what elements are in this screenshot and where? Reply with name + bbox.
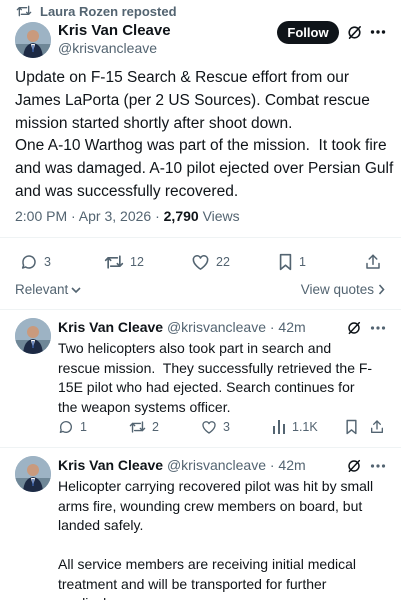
sort-relevant-dropdown[interactable]: Relevant: [15, 282, 81, 297]
reply-header: Kris Van Cleave @krisvancleave · 42m: [58, 319, 306, 335]
repost-button[interactable]: 2: [129, 419, 159, 435]
repost-count: 2: [152, 420, 159, 434]
like-count: 22: [216, 255, 230, 269]
repost-indicator[interactable]: Laura Rozen reposted: [16, 3, 177, 19]
more-icon[interactable]: [370, 324, 386, 332]
repost-button[interactable]: 12: [104, 253, 144, 271]
avatar[interactable]: [15, 22, 51, 58]
share-icon[interactable]: [369, 419, 385, 435]
like-button[interactable]: 22: [191, 253, 230, 271]
bookmark-icon: [278, 253, 293, 271]
bookmark-button[interactable]: 1: [278, 253, 306, 271]
more-icon[interactable]: [370, 28, 386, 36]
reply-count: 1: [80, 420, 87, 434]
reply-button[interactable]: 3: [20, 253, 51, 271]
reply-icon: [20, 253, 38, 271]
reply-author-handle[interactable]: @krisvancleave: [167, 319, 266, 335]
repost-icon: [104, 253, 124, 271]
bookmark-count: 1: [299, 255, 306, 269]
post-meta: 2:00 PM · Apr 3, 2026 · 2,790 Views: [15, 208, 240, 224]
avatar[interactable]: [15, 318, 51, 354]
reply-header: Kris Van Cleave @krisvancleave · 42m: [58, 457, 306, 473]
heart-icon: [191, 253, 210, 271]
chevron-down-icon: [71, 286, 81, 294]
post-timestamp[interactable]: 2:00 PM · Apr 3, 2026 ·: [15, 208, 164, 224]
reply-text: Helicopter carrying recovered pilot was …: [58, 478, 374, 600]
grok-icon[interactable]: [346, 458, 362, 474]
views-icon: [272, 419, 286, 434]
views-count: 2,790: [163, 208, 199, 224]
reply-author-handle[interactable]: @krisvancleave: [167, 457, 266, 473]
heart-icon: [201, 419, 217, 435]
reply-icon: [58, 419, 74, 435]
reply-count: 3: [44, 255, 51, 269]
post-text: Update on F-15 Search & Rescue effort fr…: [15, 69, 394, 200]
reply-author-name[interactable]: Kris Van Cleave: [58, 319, 163, 335]
follow-button[interactable]: Follow: [277, 21, 339, 44]
repost-label: Laura Rozen reposted: [40, 3, 177, 19]
bookmark-icon[interactable]: [345, 419, 358, 435]
divider: [0, 447, 401, 448]
repost-count: 12: [130, 255, 144, 269]
relevant-label: Relevant: [15, 282, 69, 297]
reply-button[interactable]: 1: [58, 419, 87, 435]
chevron-right-icon: [378, 284, 385, 295]
grok-icon[interactable]: [346, 24, 363, 41]
repost-icon: [129, 419, 146, 435]
grok-icon[interactable]: [346, 320, 362, 336]
view-quotes-link[interactable]: View quotes: [301, 282, 385, 297]
views-button[interactable]: 1.1K: [272, 419, 318, 434]
reply-time[interactable]: · 42m: [266, 319, 306, 335]
reply-text: Two helicopters also took part in search…: [58, 340, 373, 415]
divider: [0, 237, 401, 238]
author-handle[interactable]: @krisvancleave: [58, 40, 157, 56]
reply-author-name[interactable]: Kris Van Cleave: [58, 457, 163, 473]
repost-icon: [16, 4, 32, 18]
share-icon[interactable]: [364, 253, 382, 271]
view-quotes-label: View quotes: [300, 282, 374, 297]
reply-time[interactable]: · 42m: [266, 457, 306, 473]
divider: [0, 309, 401, 310]
like-button[interactable]: 3: [201, 419, 230, 435]
views-count: 1.1K: [292, 419, 318, 434]
more-icon[interactable]: [370, 462, 386, 470]
like-count: 3: [223, 420, 230, 434]
author-name[interactable]: Kris Van Cleave: [58, 22, 171, 39]
views-label: Views: [198, 208, 240, 224]
avatar[interactable]: [15, 456, 51, 492]
